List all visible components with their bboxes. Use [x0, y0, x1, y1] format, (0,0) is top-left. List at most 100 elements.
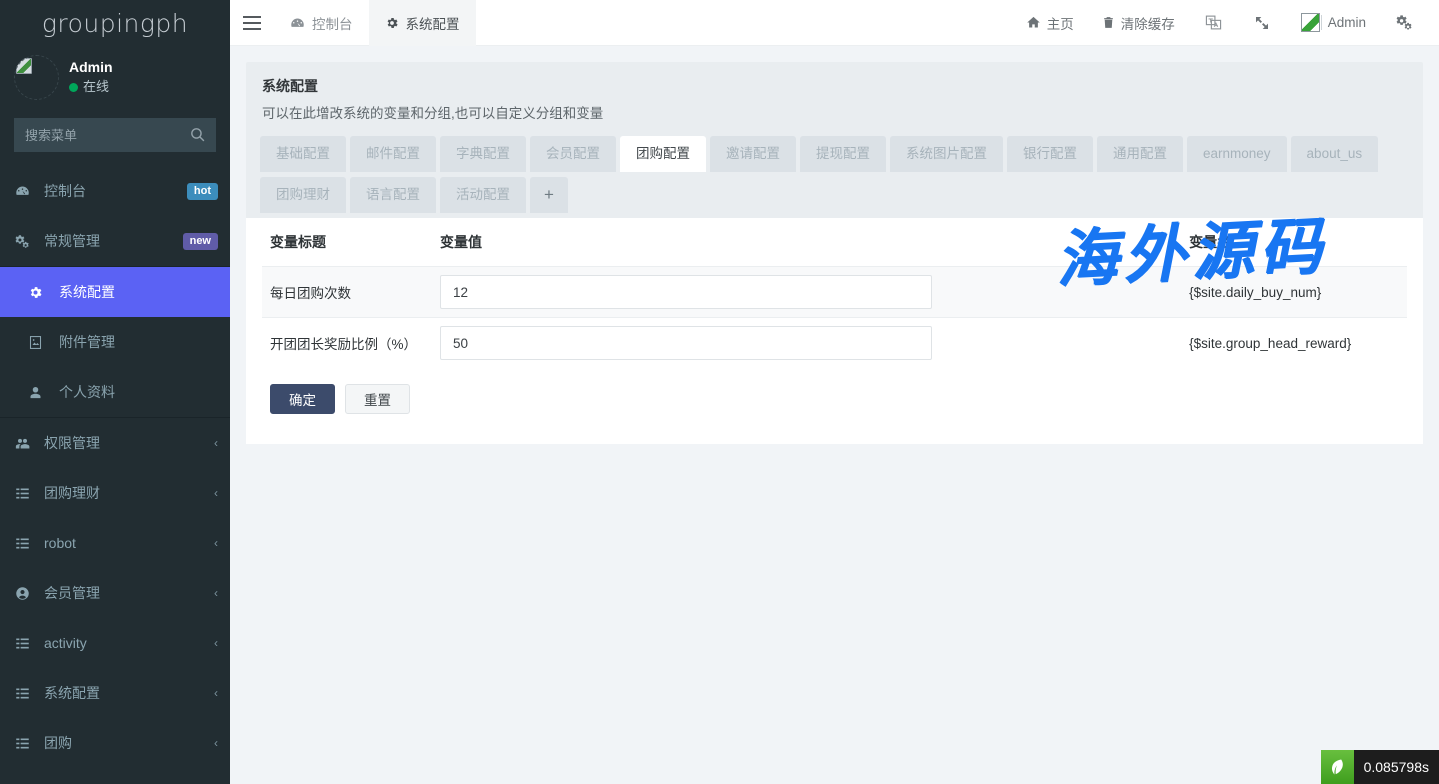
performance-badge[interactable]: 0.085798s: [1321, 750, 1439, 784]
gear-icon: [28, 285, 50, 300]
list-icon: [15, 686, 37, 701]
tab-团购理财[interactable]: 团购理财: [260, 177, 346, 213]
page-subtitle: 可以在此增改系统的变量和分组,也可以自定义分组和变量: [262, 102, 1407, 122]
broken-image-icon: [14, 55, 59, 100]
sidebar-item-label: 团购理财: [37, 483, 214, 503]
tab-提现配置[interactable]: 提现配置: [800, 136, 886, 172]
list-icon: [15, 536, 37, 551]
user-status: 在线: [69, 78, 113, 97]
user-menu-label: Admin: [1328, 15, 1366, 30]
variable-value-cell: [432, 318, 1181, 369]
page-title: 系统配置: [262, 76, 1407, 96]
leaf-glyph: [1327, 756, 1347, 778]
tab-about_us[interactable]: about_us: [1291, 136, 1379, 172]
sidebar-item-label: 团购: [37, 733, 214, 753]
card-header: 系统配置 可以在此增改系统的变量和分组,也可以自定义分组和变量: [246, 62, 1423, 132]
tab-基础配置[interactable]: 基础配置: [260, 136, 346, 172]
sidebar-item-label: 权限管理: [37, 433, 214, 453]
sidebar-item-label: 控制台: [37, 181, 187, 201]
tab-字典配置[interactable]: 字典配置: [440, 136, 526, 172]
fullscreen-button[interactable]: [1238, 0, 1286, 46]
variable-value-input[interactable]: [440, 275, 932, 309]
variable-title: 开团团长奖励比例（%）: [262, 318, 432, 369]
sidebar: groupingph Admin 在线 控制台hot常规管理new系统配置附件管…: [0, 0, 230, 784]
topbar: 控制台 系统配置 主页 清除缓存: [230, 0, 1439, 46]
gear-icon: [385, 16, 399, 30]
gears-icon: [1396, 14, 1413, 31]
tab-会员配置[interactable]: 会员配置: [530, 136, 616, 172]
users-icon: [15, 436, 37, 451]
user-name: Admin: [69, 57, 113, 77]
avatar[interactable]: [14, 55, 59, 100]
brand-logo[interactable]: groupingph: [0, 0, 230, 46]
tab-dashboard[interactable]: 控制台: [274, 0, 369, 46]
list-icon: [15, 736, 37, 751]
table-body: 每日团购次数 {$site.daily_buy_num} 开团团长奖励比例（%）{$…: [262, 267, 1407, 369]
sidebar-item-团购[interactable]: 团购‹: [0, 718, 230, 768]
tab-团购配置[interactable]: 团购配置: [620, 136, 706, 172]
user-info: Admin 在线: [69, 57, 113, 96]
sidebar-item-系统配置[interactable]: 系统配置: [0, 267, 230, 317]
tab-银行配置[interactable]: 银行配置: [1007, 136, 1093, 172]
tab-系统图片配置[interactable]: 系统图片配置: [890, 136, 1003, 172]
sidebar-item-个人资料[interactable]: 个人资料: [0, 367, 230, 417]
tab-system-config[interactable]: 系统配置: [369, 0, 476, 46]
chevron-left-icon: ‹: [214, 436, 218, 450]
search-icon: [189, 126, 206, 143]
sidebar-item-附件管理[interactable]: 附件管理: [0, 317, 230, 367]
home-label: 主页: [1047, 13, 1074, 33]
chevron-left-icon: ‹: [214, 736, 218, 750]
translate-button[interactable]: [1189, 0, 1238, 46]
clear-cache-label: 清除缓存: [1121, 13, 1175, 33]
sidebar-item-权限管理[interactable]: 权限管理‹: [0, 418, 230, 468]
settings-button[interactable]: [1380, 0, 1429, 46]
header-variable-value: 变量值: [432, 218, 1181, 267]
variable-value-cell: [432, 267, 1181, 318]
online-dot-icon: [69, 83, 78, 92]
chevron-left-icon: ‹: [214, 636, 218, 650]
sidebar-item-团购理财[interactable]: 团购理财‹: [0, 468, 230, 518]
sidebar-item-控制台[interactable]: 控制台hot: [0, 166, 230, 216]
home-button[interactable]: 主页: [1012, 0, 1088, 46]
tab-邀请配置[interactable]: 邀请配置: [710, 136, 796, 172]
image-file-icon: [28, 335, 50, 350]
tab-system-config-label: 系统配置: [406, 13, 460, 33]
dashboard-icon: [15, 184, 37, 199]
trash-icon: [1102, 15, 1115, 30]
sidebar-item-系统配置[interactable]: 系统配置‹: [0, 668, 230, 718]
sidebar-search[interactable]: [14, 118, 216, 152]
hamburger-icon[interactable]: [230, 0, 274, 45]
hamburger-glyph: [243, 16, 261, 30]
tab-earnmoney[interactable]: earnmoney: [1187, 136, 1287, 172]
variable-name-text: {$site.daily_buy_num}: [1189, 285, 1321, 300]
sidebar-item-label: 个人资料: [50, 382, 218, 402]
sidebar-item-label: 常规管理: [37, 231, 183, 251]
form-actions: 确定 重置: [262, 368, 1407, 414]
tab-活动配置[interactable]: 活动配置: [440, 177, 526, 213]
config-card: 系统配置 可以在此增改系统的变量和分组,也可以自定义分组和变量 基础配置邮件配置…: [246, 62, 1423, 444]
variable-value-input[interactable]: [440, 326, 932, 360]
clear-cache-button[interactable]: 清除缓存: [1088, 0, 1189, 46]
sidebar-item-robot[interactable]: robot‹: [0, 518, 230, 568]
variable-title: 每日团购次数: [262, 267, 432, 318]
user-circle-icon: [15, 586, 37, 601]
sidebar-item-会员管理[interactable]: 会员管理‹: [0, 568, 230, 618]
tab-语言配置[interactable]: 语言配置: [350, 177, 436, 213]
add-group-button[interactable]: +: [530, 177, 568, 213]
table-row: 每日团购次数 {$site.daily_buy_num}: [262, 267, 1407, 318]
sidebar-item-label: 系统配置: [50, 282, 218, 302]
sidebar-item-常规管理[interactable]: 常规管理new: [0, 216, 230, 266]
config-table-panel: 变量标题 变量值 变量名 每日团购次数{$site.daily_buy_num}…: [246, 218, 1423, 444]
sidebar-item-activity[interactable]: activity‹: [0, 618, 230, 668]
tab-邮件配置[interactable]: 邮件配置: [350, 136, 436, 172]
header-variable-name: 变量名: [1181, 218, 1407, 267]
reset-button[interactable]: 重置: [345, 384, 410, 414]
table-row: 开团团长奖励比例（%）{$site.group_head_reward}: [262, 318, 1407, 369]
submit-button[interactable]: 确定: [270, 384, 335, 414]
chevron-left-icon: ‹: [214, 586, 218, 600]
tab-通用配置[interactable]: 通用配置: [1097, 136, 1183, 172]
user-menu[interactable]: Admin: [1286, 0, 1380, 46]
user-status-label: 在线: [83, 78, 109, 97]
status-badge: new: [183, 233, 218, 250]
sidebar-item-label: 附件管理: [50, 332, 218, 352]
